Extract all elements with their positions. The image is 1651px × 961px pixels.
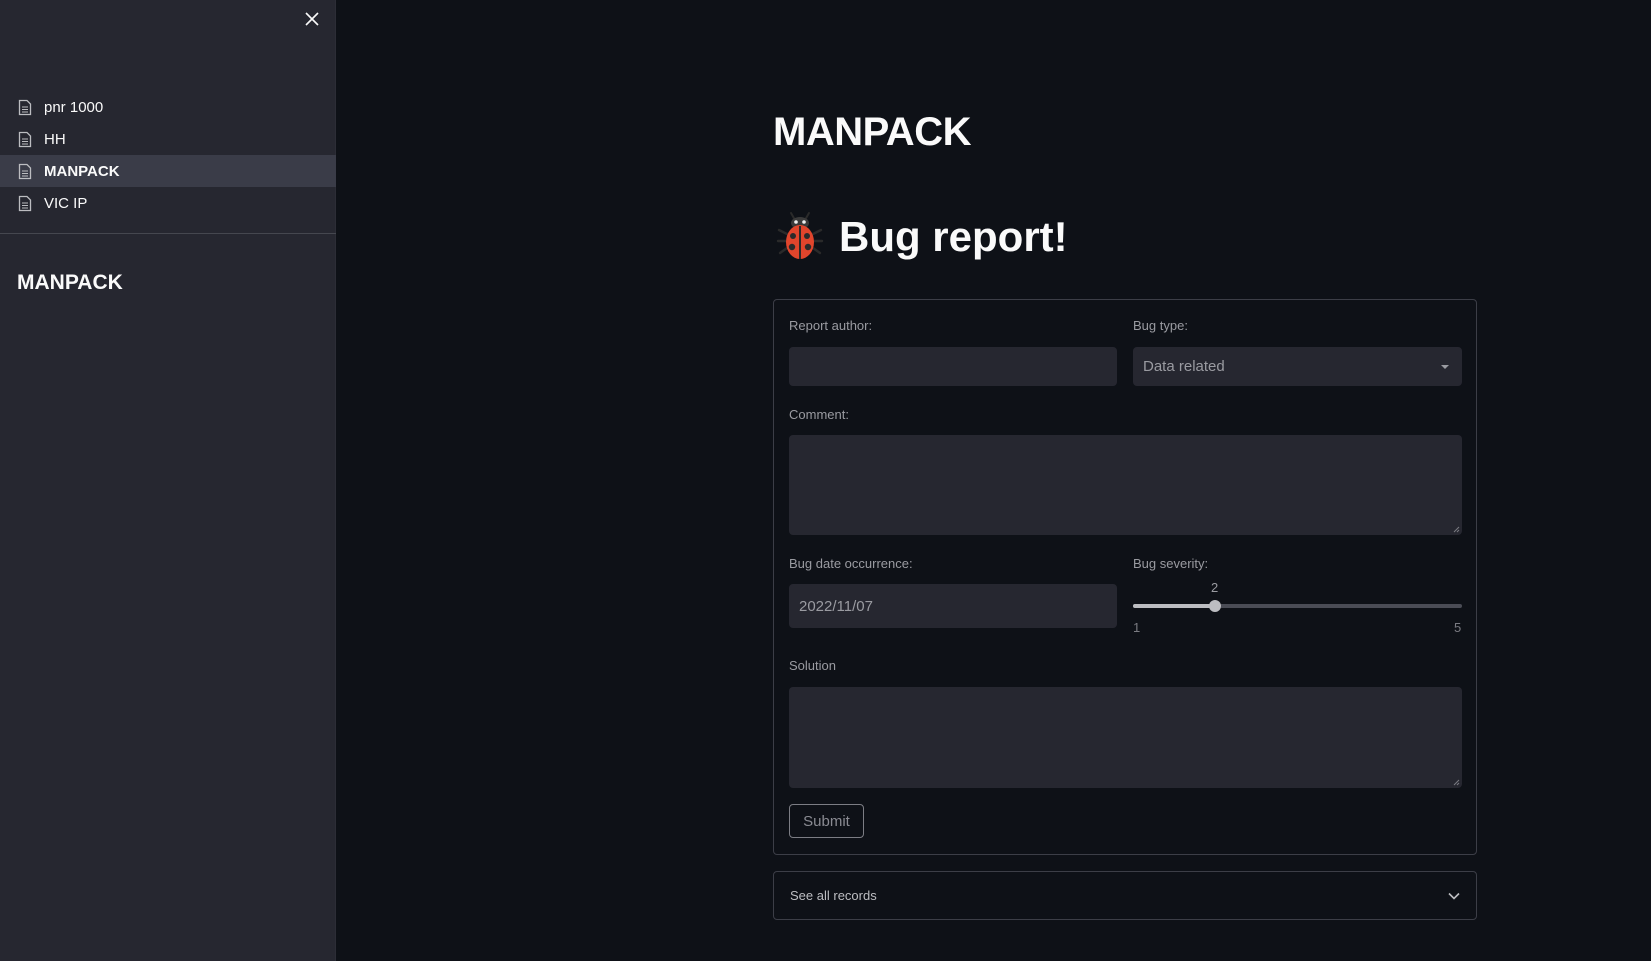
sidebar-item-label: HH (44, 130, 66, 148)
bug-report-title: Bug report! (839, 213, 1068, 260)
severity-label: Bug severity: (1133, 556, 1209, 571)
sidebar-item-manpack[interactable]: MANPACK (0, 155, 336, 187)
page-title: MANPACK (773, 110, 971, 154)
sidebar-item-label: pnr 1000 (44, 98, 104, 116)
date-input[interactable]: 2022/11/07 (789, 584, 1117, 628)
bug-report-form: Report author: Bug type: Data related Co… (773, 299, 1477, 855)
sidebar-title: MANPACK (17, 271, 123, 294)
document-icon (18, 130, 34, 148)
sidebar-divider (0, 233, 336, 234)
severity-slider-fill (1133, 604, 1215, 608)
document-icon (18, 98, 34, 116)
main-content: MANPACK Bug report! Report author: Bug t… (336, 0, 1651, 961)
sidebar-item-hh[interactable]: HH (0, 123, 336, 155)
severity-value: 2 (1211, 580, 1219, 595)
sidebar: pnr 1000 HH MANPACK VIC IP MANPACK (0, 0, 336, 961)
sidebar-item-vic-ip[interactable]: VIC IP (0, 187, 336, 219)
caret-down-icon (1441, 364, 1449, 369)
bug-type-label: Bug type: (1133, 318, 1188, 333)
close-icon (305, 12, 319, 26)
bug-type-select[interactable]: Data related (1133, 347, 1462, 386)
sidebar-nav: pnr 1000 HH MANPACK VIC IP (0, 91, 336, 219)
sidebar-item-label: MANPACK (44, 162, 120, 180)
see-all-records-expander[interactable]: See all records (773, 871, 1477, 920)
solution-label: Solution (789, 658, 836, 673)
author-label: Report author: (789, 318, 873, 333)
author-input[interactable] (789, 347, 1117, 386)
sidebar-item-label: VIC IP (44, 194, 88, 212)
expander-label: See all records (790, 888, 877, 903)
chevron-down-icon (1448, 892, 1460, 900)
close-sidebar-button[interactable] (302, 8, 322, 30)
comment-label: Comment: (789, 407, 849, 422)
document-icon (18, 162, 34, 180)
severity-max: 5 (1454, 620, 1462, 635)
resize-grip-icon[interactable] (1452, 778, 1460, 786)
sidebar-item-pnr-1000[interactable]: pnr 1000 (0, 91, 336, 123)
ladybug-icon (776, 212, 824, 259)
bug-type-value: Data related (1143, 358, 1225, 375)
solution-textarea[interactable] (789, 687, 1462, 788)
document-icon (18, 194, 34, 212)
submit-button[interactable]: Submit (789, 804, 864, 838)
resize-grip-icon[interactable] (1452, 525, 1460, 533)
date-label: Bug date occurrence: (789, 556, 913, 571)
severity-slider-thumb[interactable] (1209, 600, 1221, 612)
comment-textarea[interactable] (789, 435, 1462, 535)
severity-min: 1 (1133, 620, 1141, 635)
bug-report-header: Bug report! (773, 210, 1068, 264)
